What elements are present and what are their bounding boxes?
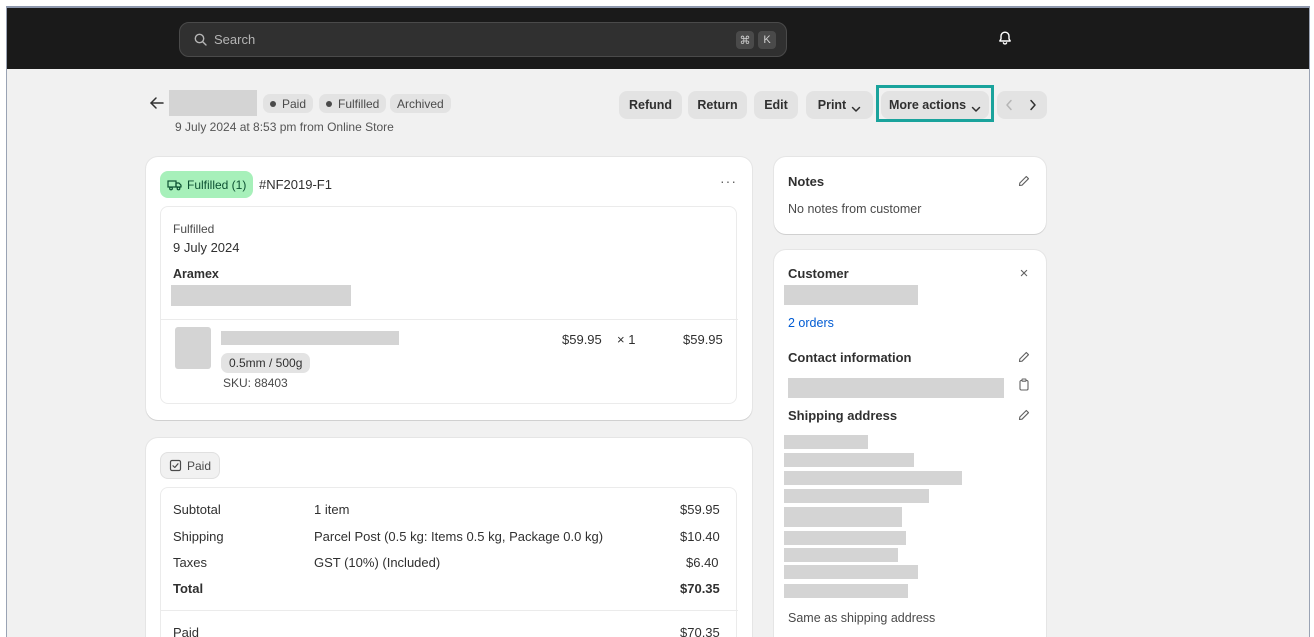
fulfillment-id: #NF2019-F1 (259, 177, 332, 192)
paid-status-label: Paid (187, 458, 212, 473)
redacted-tracking-number (171, 285, 351, 306)
line-item-total: $59.95 (683, 332, 723, 347)
subtotal-detail: 1 item (314, 502, 350, 517)
command-key: ⌘ (736, 31, 754, 49)
divider (161, 610, 738, 611)
line-item-quantity: × 1 (617, 332, 636, 347)
carrier-name: Aramex (173, 267, 219, 281)
search-input[interactable] (214, 32, 694, 47)
redacted-address-line (784, 489, 929, 503)
archived-badge-label: Archived (397, 96, 444, 111)
copy-icon[interactable] (1016, 376, 1032, 392)
redacted-address-line (784, 435, 868, 449)
next-order-icon[interactable] (1021, 91, 1045, 119)
subtotal-amount: $59.95 (680, 502, 720, 517)
customer-orders-link[interactable]: 2 orders (788, 316, 834, 330)
divider (161, 319, 738, 320)
refund-button[interactable]: Refund (619, 91, 682, 119)
fulfillment-status-text: Fulfilled (173, 222, 215, 236)
paid-amount: $70.35 (680, 625, 720, 637)
paid-badge: Paid (263, 94, 314, 113)
app-window: ⌘ K Paid Fulfilled Archived 9 July 2024 … (6, 6, 1310, 637)
fulfilled-badge-label: Fulfilled (338, 96, 380, 111)
paid-status-badge: Paid (160, 452, 221, 479)
paid-label: Paid (173, 625, 200, 637)
print-button[interactable]: Print (806, 91, 873, 119)
search-bar[interactable]: ⌘ K (179, 22, 787, 57)
notes-title: Notes (788, 174, 825, 189)
subtotal-label: Subtotal (173, 502, 221, 517)
search-icon (192, 32, 208, 48)
fulfilled-badge: Fulfilled (319, 94, 387, 113)
taxes-amount: $6.40 (686, 555, 719, 570)
edit-notes-icon[interactable] (1016, 173, 1032, 189)
top-bar: ⌘ K (7, 8, 1309, 69)
notes-body: No notes from customer (788, 202, 922, 216)
more-options-icon[interactable]: ··· (720, 173, 737, 189)
paid-badge-label: Paid (282, 96, 307, 111)
redacted-billing-title (784, 584, 908, 598)
edit-shipping-address-icon[interactable] (1016, 407, 1032, 423)
redacted-address-line (784, 453, 914, 467)
taxes-detail: GST (10%) (Included) (314, 555, 441, 570)
shipping-amount: $10.40 (680, 529, 720, 544)
edit-button[interactable]: Edit (754, 91, 798, 119)
customer-card: Customer × 2 orders Contact information … (774, 250, 1046, 637)
redacted-customer-name[interactable] (784, 285, 918, 305)
fulfillment-card: Fulfilled (1) #NF2019-F1 ··· Fulfilled 9… (146, 157, 752, 420)
back-arrow-icon[interactable] (149, 96, 167, 110)
fulfillment-details: Fulfilled 9 July 2024 Aramex $59.95 × 1 … (160, 206, 738, 404)
print-button-label: Print (817, 98, 847, 112)
redacted-address-line[interactable] (784, 548, 898, 562)
edit-contact-icon[interactable] (1016, 349, 1032, 365)
billing-address-note: Same as shipping address (788, 611, 936, 625)
shipping-detail: Parcel Post (0.5 kg: Items 0.5 kg, Packa… (314, 529, 604, 544)
redacted-customer-email[interactable] (788, 378, 1004, 398)
return-button[interactable]: Return (688, 91, 747, 119)
line-item-sku: SKU: 88403 (223, 376, 288, 390)
fulfilled-status-label: Fulfilled (1) (187, 177, 247, 192)
truck-icon (167, 179, 182, 191)
chevron-down-icon (851, 102, 861, 112)
bell-icon[interactable] (997, 30, 1015, 48)
total-amount: $70.35 (680, 581, 720, 596)
redacted-address-line (784, 531, 906, 545)
more-actions-highlight (876, 85, 994, 122)
contact-information-title: Contact information (788, 350, 912, 365)
fulfillment-date: 9 July 2024 (173, 240, 240, 255)
line-item-price: $59.95 (562, 332, 602, 347)
redacted-address-line (784, 471, 962, 485)
archived-badge: Archived (390, 94, 451, 113)
close-icon[interactable]: × (1016, 265, 1032, 282)
receipt-check-icon (169, 459, 182, 472)
redacted-address-line (784, 507, 902, 527)
total-label: Total (173, 581, 204, 596)
redacted-product-title[interactable] (221, 331, 399, 345)
variant-badge: 0.5mm / 500g (221, 353, 311, 373)
taxes-label: Taxes (173, 555, 207, 570)
k-key: K (758, 31, 776, 49)
shipping-address-title: Shipping address (788, 408, 898, 423)
customer-title: Customer (788, 266, 849, 281)
payment-card: Paid Subtotal 1 item $59.95 Shipping Par… (146, 438, 752, 637)
redacted-order-number (169, 90, 257, 116)
redacted-address-line (784, 565, 918, 579)
order-navigation (997, 91, 1047, 119)
previous-order-icon[interactable] (997, 91, 1021, 119)
notes-card: Notes No notes from customer (774, 157, 1046, 234)
payment-summary: Subtotal 1 item $59.95 Shipping Parcel P… (160, 487, 738, 637)
order-subtitle: 9 July 2024 at 8:53 pm from Online Store (175, 120, 394, 134)
fulfilled-status-badge: Fulfilled (1) (160, 171, 254, 198)
product-thumbnail (175, 327, 211, 369)
shipping-label: Shipping (173, 529, 224, 544)
